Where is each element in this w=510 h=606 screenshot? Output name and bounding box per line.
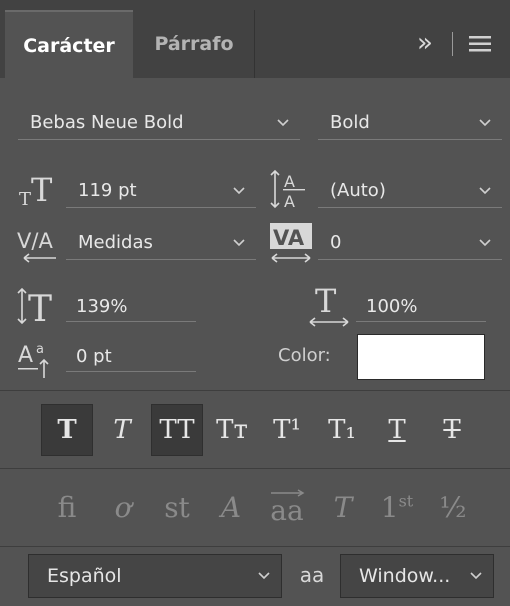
font-style-dropdown[interactable]: Bold bbox=[318, 106, 502, 140]
antialias-value: Window... bbox=[359, 565, 451, 587]
svg-text:a: a bbox=[36, 342, 44, 357]
faux-italic-glyph: T bbox=[113, 415, 131, 445]
antialias-icon-label: aa bbox=[299, 563, 325, 587]
horizontal-scale-value: 100% bbox=[366, 296, 418, 317]
strikethrough-button[interactable]: T bbox=[426, 404, 478, 456]
panel-menu-icon[interactable] bbox=[466, 30, 494, 58]
language-value: Español bbox=[47, 565, 122, 587]
kerning-value: Medidas bbox=[78, 232, 153, 253]
baseline-shift-icon: Aa bbox=[16, 338, 60, 380]
swash-button[interactable]: A bbox=[204, 478, 258, 536]
titling-alternates-button[interactable]: T bbox=[316, 478, 370, 536]
tracking-value: 0 bbox=[330, 232, 342, 253]
svg-text:VA: VA bbox=[273, 226, 305, 250]
svg-text:A: A bbox=[18, 343, 33, 368]
tracking-dropdown[interactable]: 0 bbox=[318, 226, 502, 260]
leading-value: (Auto) bbox=[330, 180, 386, 201]
font-family-value: Bebas Neue Bold bbox=[30, 112, 184, 133]
vertical-scale-input[interactable]: 139% bbox=[66, 292, 196, 322]
font-size-value: 119 pt bbox=[78, 180, 137, 201]
vertical-scale-value: 139% bbox=[76, 296, 128, 317]
swash-glyph: A bbox=[220, 490, 242, 524]
antialias-dropdown[interactable]: Window... bbox=[340, 554, 494, 598]
discretionary-ligatures-glyph: ơ bbox=[114, 490, 132, 524]
svg-text:T: T bbox=[315, 284, 337, 320]
baseline-shift-value: 0 pt bbox=[76, 346, 112, 367]
expand-panel-icon[interactable]: » bbox=[410, 28, 440, 58]
historical-ligatures-button[interactable]: st bbox=[150, 478, 204, 536]
all-caps-glyph: TT bbox=[159, 415, 195, 445]
svg-text:V/A: V/A bbox=[17, 229, 53, 253]
vertical-scale-icon: T bbox=[16, 286, 62, 326]
fractions-glyph: ½ bbox=[439, 490, 467, 524]
fractions-button[interactable]: ½ bbox=[426, 478, 480, 536]
svg-text:A: A bbox=[284, 192, 295, 211]
ligatures-button[interactable]: fi bbox=[40, 478, 94, 536]
svg-text:A: A bbox=[284, 172, 295, 191]
antialias-icon: aa bbox=[294, 560, 330, 590]
section-divider bbox=[0, 468, 510, 469]
kerning-dropdown[interactable]: Medidas bbox=[66, 226, 256, 260]
tracking-icon: VA bbox=[268, 220, 314, 266]
faux-italic-button[interactable]: T bbox=[96, 404, 148, 456]
section-divider bbox=[0, 390, 510, 391]
small-caps-button[interactable]: Tт bbox=[206, 404, 258, 456]
ordinals-button[interactable]: 1st bbox=[370, 478, 424, 536]
chevron-down-icon bbox=[479, 186, 491, 194]
svg-text:T: T bbox=[31, 171, 53, 209]
chevron-down-icon bbox=[479, 238, 491, 246]
tab-parrafo[interactable]: Párrafo bbox=[134, 10, 254, 78]
horizontal-scale-input[interactable]: 100% bbox=[356, 292, 486, 322]
faux-bold-button[interactable]: T bbox=[41, 404, 93, 456]
historical-ligatures-glyph: st bbox=[164, 490, 190, 524]
font-family-dropdown[interactable]: Bebas Neue Bold bbox=[18, 106, 300, 140]
faux-bold-glyph: T bbox=[57, 415, 77, 445]
chevron-down-icon bbox=[258, 572, 270, 580]
svg-text:T: T bbox=[28, 289, 52, 326]
color-label: Color: bbox=[278, 345, 331, 366]
chevron-down-icon bbox=[233, 238, 245, 246]
menu-divider bbox=[452, 32, 453, 56]
color-swatch[interactable] bbox=[357, 334, 485, 380]
strikethrough-glyph: T bbox=[443, 415, 461, 445]
chevron-down-icon bbox=[470, 572, 482, 580]
all-caps-button[interactable]: TT bbox=[151, 404, 203, 456]
horizontal-scale-icon: T bbox=[306, 284, 352, 328]
chevron-down-icon bbox=[479, 118, 491, 126]
underline-glyph: T bbox=[388, 415, 406, 445]
underline-button[interactable]: T bbox=[371, 404, 423, 456]
tab-divider bbox=[254, 10, 255, 78]
baseline-shift-input[interactable]: 0 pt bbox=[66, 342, 196, 372]
font-style-value: Bold bbox=[330, 112, 370, 133]
superscript-button[interactable]: T¹ bbox=[261, 404, 313, 456]
leading-dropdown[interactable]: (Auto) bbox=[318, 174, 502, 208]
stylistic-alternates-button[interactable]: aa bbox=[260, 478, 314, 536]
ordinals-glyph: 1st bbox=[380, 490, 414, 524]
subscript-button[interactable]: T₁ bbox=[316, 404, 368, 456]
kerning-icon: V/A bbox=[16, 222, 62, 264]
ligatures-glyph: fi bbox=[57, 490, 77, 524]
leading-icon: AA bbox=[268, 166, 312, 212]
section-divider bbox=[0, 546, 510, 547]
chevron-down-icon bbox=[233, 186, 245, 194]
small-caps-glyph: Tт bbox=[216, 415, 248, 445]
language-dropdown[interactable]: Español bbox=[28, 554, 282, 598]
font-size-icon: TT bbox=[16, 170, 60, 210]
discretionary-ligatures-button[interactable]: ơ bbox=[96, 478, 150, 536]
font-size-dropdown[interactable]: 119 pt bbox=[66, 174, 256, 208]
titling-alternates-glyph: T bbox=[333, 490, 353, 524]
stylistic-alternates-glyph: aa bbox=[270, 494, 304, 527]
subscript-glyph: T₁ bbox=[328, 415, 356, 445]
chevron-down-icon bbox=[277, 118, 289, 126]
tab-caracter[interactable]: Carácter bbox=[5, 10, 133, 80]
superscript-glyph: T¹ bbox=[273, 415, 301, 445]
svg-text:T: T bbox=[19, 189, 31, 209]
